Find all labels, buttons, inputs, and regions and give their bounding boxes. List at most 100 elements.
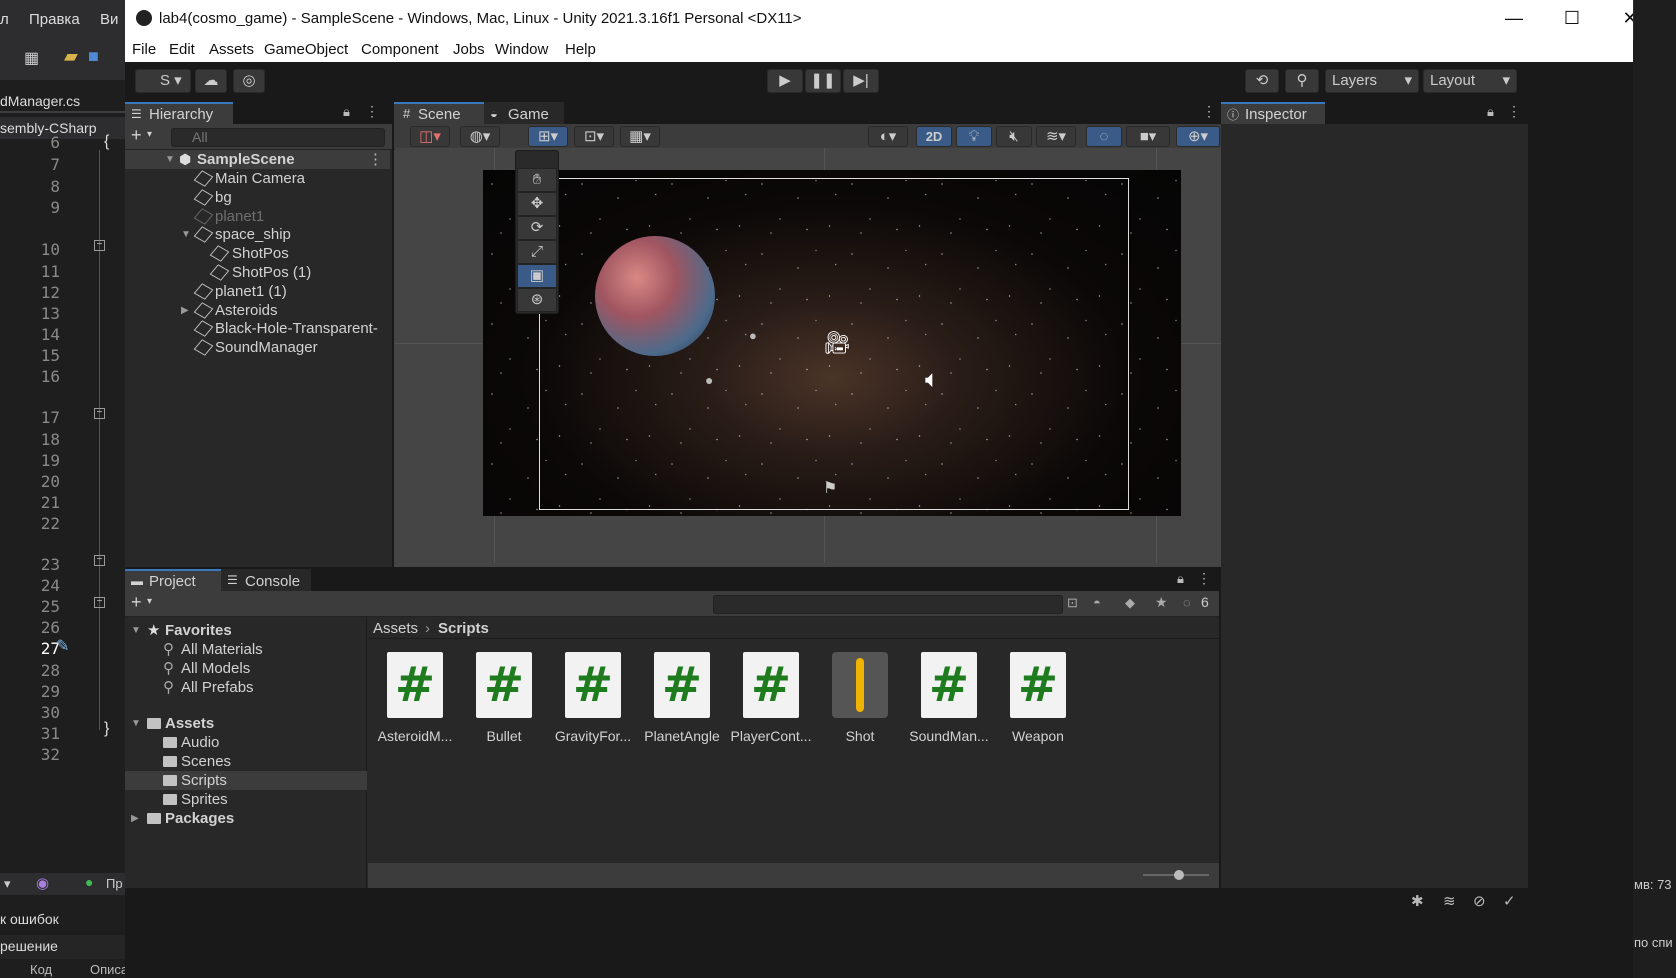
breadcrumb-assets[interactable]: Assets [373, 620, 418, 637]
render-mode-button[interactable]: ◐▾ [868, 126, 908, 147]
play-button[interactable]: ▶ [767, 69, 803, 93]
kebab-menu-icon[interactable]: ⋮ [365, 103, 379, 120]
tab-inspector[interactable]: ⓘ Inspector [1221, 102, 1325, 124]
menu-jobs[interactable]: Jobs [453, 41, 485, 58]
layers-icon[interactable]: ≋ [1443, 892, 1456, 910]
history-icon[interactable]: ⟲ [1245, 69, 1279, 93]
hand-tool-icon[interactable]: ✋︎ [517, 168, 557, 192]
chevron-down-icon[interactable]: ▾ [4, 876, 11, 892]
lighting-toggle-icon[interactable]: 💡︎ [956, 126, 992, 147]
tab-console[interactable]: ☰ Console [221, 569, 311, 591]
menu-gameobject[interactable]: GameObject [264, 41, 348, 58]
collab-icon[interactable]: ◎ [233, 69, 265, 93]
vs-menu-file[interactable]: л [0, 11, 9, 28]
filter-type-icon[interactable]: ◓ [1093, 595, 1101, 610]
fold-toggle[interactable]: − [94, 597, 105, 608]
menu-file[interactable]: File [132, 41, 156, 58]
audio-source-icon[interactable]: 🔈︎ [925, 366, 939, 394]
tree-packages[interactable]: ▶ Packages [125, 809, 367, 828]
effects-toggle-icon[interactable]: ≋▾ [1036, 126, 1076, 147]
bug-icon[interactable]: ✱ [1411, 892, 1424, 910]
audio-toggle-icon[interactable]: 🔇︎ [996, 126, 1032, 147]
script-asset[interactable]: # Bullet [462, 652, 546, 744]
menu-component[interactable]: Component [361, 41, 439, 58]
hierarchy-item[interactable]: ShotPos (1) [125, 263, 390, 282]
rect-tool-icon[interactable]: ▣ [517, 264, 557, 288]
copilot-icon[interactable]: ◉ [36, 874, 49, 892]
hierarchy-item[interactable]: planet1 [125, 207, 390, 226]
save-icon[interactable]: ■ [88, 46, 99, 67]
camera-gizmo-icon[interactable]: 🎥︎ [823, 330, 851, 356]
chevron-down-icon[interactable]: ▾ [147, 596, 152, 607]
spaceship-sprite[interactable]: ⚑ [823, 478, 837, 498]
grid-toggle-button[interactable]: ▦▾ [620, 126, 660, 147]
script-asset[interactable]: # PlanetAngle [640, 652, 724, 744]
cloud-icon[interactable]: ☁ [195, 69, 227, 93]
menu-window[interactable]: Window [495, 41, 548, 58]
minimize-button[interactable]: — [1485, 0, 1543, 36]
search-icon[interactable]: ⚲ [1285, 69, 1319, 93]
kebab-menu-icon[interactable]: ⋮ [1507, 103, 1521, 120]
tree-assets[interactable]: ▼ Assets [125, 714, 367, 733]
scale-tool-icon[interactable]: ⤢ [517, 240, 557, 264]
add-button[interactable]: + [131, 125, 142, 146]
kebab-menu-icon[interactable]: ⋮ [1202, 103, 1216, 120]
lock-icon[interactable]: 🔒︎ [343, 104, 350, 120]
script-asset[interactable]: # SoundMan... [907, 652, 991, 744]
favorite-star-icon[interactable]: ★ [1155, 594, 1168, 611]
hierarchy-item[interactable]: ▶ Asteroids [125, 301, 390, 320]
planet-sprite[interactable] [595, 236, 715, 356]
background-sprite[interactable]: 🎥︎ 🔈︎ ● ● ⚑ [483, 170, 1181, 516]
lock-icon[interactable]: 🔒︎ [1177, 571, 1184, 587]
tab-hierarchy[interactable]: ☰ Hierarchy [125, 102, 233, 124]
tab-game[interactable]: ◒ Game [484, 102, 564, 124]
tree-item[interactable]: Scenes [125, 752, 367, 771]
chevron-down-icon[interactable]: ▾ [147, 129, 152, 140]
hidden-packages-icon[interactable]: ◌ [1183, 595, 1191, 610]
hierarchy-item[interactable]: bg [125, 188, 390, 207]
tab-scene[interactable]: # Scene [394, 102, 484, 124]
gizmos-toggle-icon[interactable]: ⊕▾ [1176, 126, 1220, 147]
grid-snap-button[interactable]: ⊡▾ [574, 126, 614, 147]
asteroid-sprite[interactable]: ● [705, 372, 713, 388]
tree-item[interactable]: ⚲ All Prefabs [125, 678, 367, 697]
hierarchy-item[interactable]: ShotPos [125, 244, 390, 263]
2d-toggle-button[interactable]: 2D [916, 126, 952, 147]
menu-edit[interactable]: Edit [169, 41, 195, 58]
step-button[interactable]: ▶| [843, 69, 879, 93]
solution-label[interactable]: решение [0, 935, 125, 959]
add-button[interactable]: + [131, 592, 142, 613]
chevron-right-icon[interactable]: ▶ [131, 809, 139, 828]
snap-toggle-button[interactable]: ⊞▾ [528, 126, 568, 147]
quick-action-icon[interactable]: ✎ [56, 636, 69, 656]
breadcrumb-scripts[interactable]: Scripts [438, 620, 489, 637]
menu-assets[interactable]: Assets [209, 41, 254, 58]
pause-button[interactable]: ❚❚ [805, 69, 841, 93]
lock-icon[interactable]: 🔒︎ [1487, 104, 1494, 120]
hierarchy-search-input[interactable]: All [171, 128, 385, 147]
layout-dropdown[interactable]: Layout ▾ [1423, 69, 1517, 93]
rotate-tool-icon[interactable]: ⟳ [517, 216, 557, 240]
tab-project[interactable]: ▬ Project [125, 569, 221, 591]
asteroid-sprite[interactable]: ● [749, 328, 757, 343]
draw-mode-button[interactable]: ◫▾ [410, 126, 450, 147]
tree-item[interactable]: Sprites [125, 790, 367, 809]
fold-toggle[interactable]: − [94, 408, 105, 419]
label-icon[interactable]: ◆ [1125, 595, 1135, 611]
scene-root-row[interactable]: ▼ ⬢ SampleScene ⋮ [125, 150, 390, 169]
account-dropdown[interactable]: S ▾ [135, 69, 191, 93]
chevron-down-icon[interactable]: ▼ [131, 621, 141, 640]
chevron-down-icon[interactable]: ▼ [131, 714, 141, 733]
check-circle-icon[interactable]: ✓ [1503, 892, 1516, 910]
hierarchy-item[interactable]: planet1 (1) [125, 282, 390, 301]
sprite-asset[interactable]: Shot [818, 652, 902, 744]
script-asset[interactable]: # GravityFor... [551, 652, 635, 744]
vs-menu-edit[interactable]: Правка [29, 11, 80, 28]
tree-favorites[interactable]: ▼ ★ Favorites [125, 621, 367, 640]
layers-dropdown[interactable]: Layers ▾ [1325, 69, 1419, 93]
script-asset[interactable]: # AsteroidM... [373, 652, 457, 744]
hidden-objects-icon[interactable]: ◌ [1086, 126, 1122, 147]
zoom-slider-handle[interactable] [1174, 870, 1185, 880]
tree-item[interactable]: ⚲ All Models [125, 659, 367, 678]
search-type-icon[interactable]: ⊡ [1067, 595, 1078, 611]
